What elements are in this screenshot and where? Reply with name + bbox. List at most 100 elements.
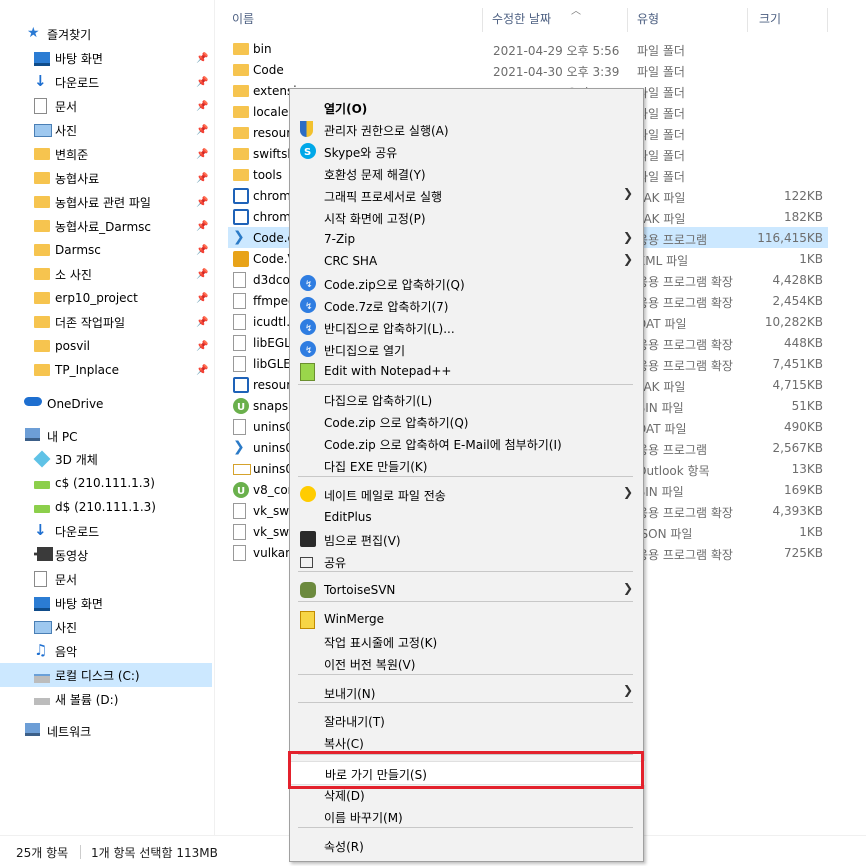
menu-item[interactable]: TortoiseSVN ❯: [290, 579, 643, 601]
nav-item-pc[interactable]: ♫ 음악: [0, 639, 212, 663]
file-type: Outlook 항목: [637, 464, 710, 478]
menu-item[interactable]: Code.zip 으로 압축하기(Q): [290, 410, 643, 432]
file-row[interactable]: Code 2021-04-30 오후 3:39 파일 폴더: [228, 59, 828, 80]
menu-item[interactable]: CRC SHA ❯: [290, 250, 643, 272]
menu-item[interactable]: 잘라내기(T): [290, 709, 643, 731]
nav-label: 다운로드: [55, 524, 100, 539]
column-size[interactable]: 크기: [759, 10, 781, 27]
nav-item-pinned[interactable]: 농협사료 관련 파일 📌: [0, 190, 212, 214]
nav-item-folder[interactable]: Darmsc 📌: [0, 238, 212, 262]
nav-label: 농협사료 관련 파일: [55, 195, 151, 210]
cloud-icon: [24, 397, 42, 406]
menu-item[interactable]: WinMerge: [290, 608, 643, 630]
nav-item-pinned[interactable]: 바탕 화면 📌: [0, 46, 212, 70]
menu-item[interactable]: 다집 EXE 만들기(K): [290, 454, 643, 476]
nav-item-pinned[interactable]: ↓ 다운로드 📌: [0, 70, 212, 94]
nav-label: 소 사진: [55, 267, 92, 282]
menu-item[interactable]: 7-Zip ❯: [290, 228, 643, 250]
nav-label: 동영상: [55, 548, 89, 563]
file-icon: [233, 314, 246, 330]
menu-item[interactable]: ↯ 반디집으로 열기: [290, 338, 643, 360]
menu-item-label: Skype와 공유: [324, 146, 398, 160]
navigation-pane: ★ 즐겨찾기 바탕 화면 📌 ↓ 다운로드 📌 문서 📌 사진 📌 변희준 📌 …: [0, 0, 215, 835]
nav-item-pc[interactable]: c$ (210.111.1.3): [0, 471, 212, 495]
menu-item[interactable]: 시작 화면에 고정(P): [290, 206, 643, 228]
nav-label: TP_Inplace: [55, 363, 119, 377]
menu-item[interactable]: 호환성 문제 해결(Y): [290, 162, 643, 184]
vscode-icon: ❯: [233, 229, 245, 245]
column-divider[interactable]: [747, 8, 748, 32]
column-type[interactable]: 유형: [637, 10, 659, 27]
file-type: 응용 프로그램 확장: [637, 359, 733, 373]
pin-icon: 📌: [196, 244, 209, 256]
menu-item[interactable]: 그래픽 프로세서로 실행 ❯: [290, 184, 643, 206]
nav-item-pinned[interactable]: 농협사료_Darmsc 📌: [0, 214, 212, 238]
nav-item-folder[interactable]: TP_Inplace 📌: [0, 358, 212, 382]
menu-item[interactable]: 공유: [290, 550, 643, 572]
nav-item-pc[interactable]: 3D 개체: [0, 447, 212, 471]
menu-item-label: 작업 표시줄에 고정(K): [324, 636, 438, 650]
menu-item[interactable]: ↯ Code.7z로 압축하기(7): [290, 294, 643, 316]
nav-item-pc[interactable]: 로컬 디스크 (C:): [0, 663, 212, 687]
file-type: PAK 파일: [637, 212, 686, 226]
menu-item[interactable]: 네이트 메일로 파일 전송 ❯: [290, 483, 643, 505]
file-list-header: ︿ 이름 수정한 날짜 유형 크기: [222, 0, 837, 36]
nav-item-pinned[interactable]: 변희준 📌: [0, 142, 212, 166]
menu-item[interactable]: Edit with Notepad++: [290, 360, 643, 382]
nav-label: 사진: [55, 123, 78, 138]
nav-label: 사진: [55, 620, 78, 635]
nav-network[interactable]: 네트워크: [0, 719, 212, 743]
file-size: 169KB: [783, 483, 823, 497]
menu-item[interactable]: ↯ Code.zip으로 압축하기(Q): [290, 272, 643, 294]
column-date[interactable]: 수정한 날짜: [492, 10, 551, 27]
nav-item-pc[interactable]: 새 볼륨 (D:): [0, 687, 212, 711]
3d-objects-icon: [33, 450, 51, 468]
nav-item-pc[interactable]: 바탕 화면: [0, 591, 212, 615]
nav-this-pc[interactable]: 내 PC: [0, 424, 212, 448]
nav-item-folder[interactable]: 소 사진 📌: [0, 262, 212, 286]
menu-item[interactable]: 관리자 권한으로 실행(A): [290, 118, 643, 140]
menu-item[interactable]: 다집으로 압축하기(L): [290, 388, 643, 410]
nav-quick-access[interactable]: ★ 즐겨찾기: [0, 22, 212, 46]
vertical-scrollbar[interactable]: [838, 0, 866, 835]
menu-item[interactable]: 보내기(N) ❯: [290, 681, 643, 703]
nav-item-pc[interactable]: 문서: [0, 567, 212, 591]
nav-item-pinned[interactable]: 농협사료 📌: [0, 166, 212, 190]
menu-item[interactable]: 이전 버전 복원(V): [290, 652, 643, 674]
menu-item[interactable]: EditPlus: [290, 506, 643, 528]
nav-item-folder[interactable]: erp10_project 📌: [0, 286, 212, 310]
nav-item-folder[interactable]: posvil 📌: [0, 334, 212, 358]
menu-item[interactable]: 이름 바꾸기(M): [290, 805, 643, 827]
menu-item[interactable]: S Skype와 공유: [290, 140, 643, 162]
file-type: 응용 프로그램: [637, 233, 708, 247]
star-icon: ★: [27, 25, 40, 41]
folder-icon: [34, 196, 50, 208]
nav-item-pc[interactable]: ↓ 다운로드: [0, 519, 212, 543]
menu-item-label: 속성(R): [324, 840, 364, 854]
menu-item[interactable]: 빔으로 편집(V): [290, 528, 643, 550]
menu-separator: [298, 476, 633, 477]
menu-item[interactable]: 속성(R): [290, 834, 643, 856]
column-name[interactable]: 이름: [232, 10, 254, 27]
nav-item-folder[interactable]: 더존 작업파일 📌: [0, 310, 212, 334]
nav-onedrive[interactable]: OneDrive: [0, 392, 212, 416]
nav-item-pinned[interactable]: 사진 📌: [0, 118, 212, 142]
column-divider[interactable]: [627, 8, 628, 32]
file-size: 448KB: [783, 336, 823, 350]
pin-icon: 📌: [196, 340, 209, 352]
nav-item-pinned[interactable]: 문서 📌: [0, 94, 212, 118]
menu-item[interactable]: 복사(C): [290, 731, 643, 753]
file-row[interactable]: bin 2021-04-29 오후 5:56 파일 폴더: [228, 38, 828, 59]
menu-item[interactable]: 열기(O): [290, 96, 643, 118]
column-divider[interactable]: [482, 8, 483, 32]
nav-label: 변희준: [55, 147, 89, 162]
menu-item[interactable]: 작업 표시줄에 고정(K): [290, 630, 643, 652]
pin-icon: 📌: [196, 316, 209, 328]
menu-item[interactable]: ↯ 반디집으로 압축하기(L)...: [290, 316, 643, 338]
nav-item-pc[interactable]: 동영상: [0, 543, 212, 567]
nav-item-pc[interactable]: d$ (210.111.1.3): [0, 495, 212, 519]
nav-label: 바탕 화면: [55, 51, 103, 66]
nav-item-pc[interactable]: 사진: [0, 615, 212, 639]
menu-item[interactable]: Code.zip 으로 압축하여 E-Mail에 첨부하기(I): [290, 432, 643, 454]
column-divider[interactable]: [827, 8, 828, 32]
